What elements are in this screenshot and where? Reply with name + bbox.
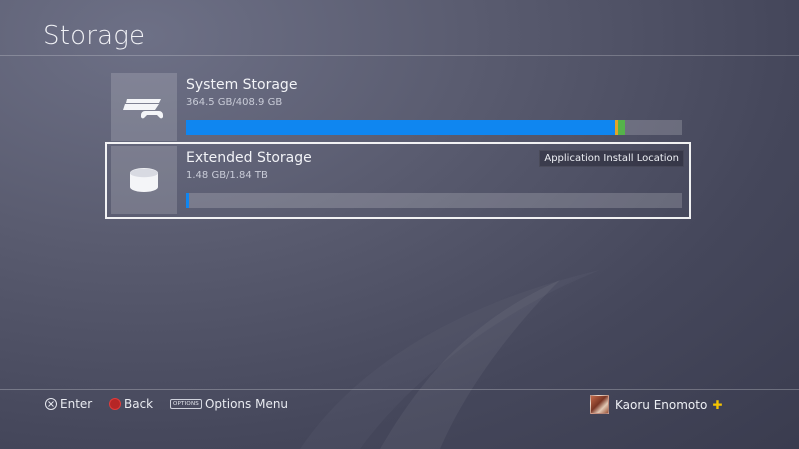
storage-usage-bar <box>186 120 682 135</box>
system-storage-item[interactable]: System Storage 364.5 GB/408.9 GB <box>111 73 689 141</box>
extended-storage-item[interactable]: Extended Storage 1.48 GB/1.84 TB Applica… <box>111 146 689 214</box>
enter-hint[interactable]: Enter <box>45 397 92 411</box>
storage-usage: 364.5 GB/408.9 GB <box>186 97 283 108</box>
avatar <box>590 395 609 414</box>
storage-usage-fill <box>186 193 189 208</box>
usage-segment-free-reserved <box>618 120 625 135</box>
options-button-icon: OPTIONS <box>170 399 202 409</box>
options-label: Options Menu <box>204 397 289 411</box>
circle-button-icon <box>109 398 121 410</box>
external-drive-icon <box>111 146 177 214</box>
storage-usage-bar <box>186 193 682 208</box>
playstation-plus-icon: ✚ <box>712 397 723 412</box>
footer-divider <box>0 389 799 390</box>
storage-usage-fill <box>186 120 616 135</box>
cross-button-icon <box>45 398 57 410</box>
user-profile[interactable]: Kaoru Enomoto ✚ <box>590 395 722 414</box>
back-label: Back <box>124 397 154 411</box>
options-hint[interactable]: OPTIONS Options Menu <box>170 397 288 411</box>
ps4-console-icon <box>111 73 177 141</box>
storage-name: System Storage <box>186 77 298 93</box>
storage-usage: 1.48 GB/1.84 TB <box>186 170 268 181</box>
username: Kaoru Enomoto <box>615 397 708 412</box>
install-location-badge: Application Install Location <box>539 150 684 167</box>
storage-name: Extended Storage <box>186 150 312 166</box>
page-title: Storage <box>43 21 146 51</box>
enter-label: Enter <box>60 397 93 411</box>
back-hint[interactable]: Back <box>109 397 153 411</box>
background-swoosh <box>380 280 560 449</box>
title-divider <box>0 55 799 56</box>
